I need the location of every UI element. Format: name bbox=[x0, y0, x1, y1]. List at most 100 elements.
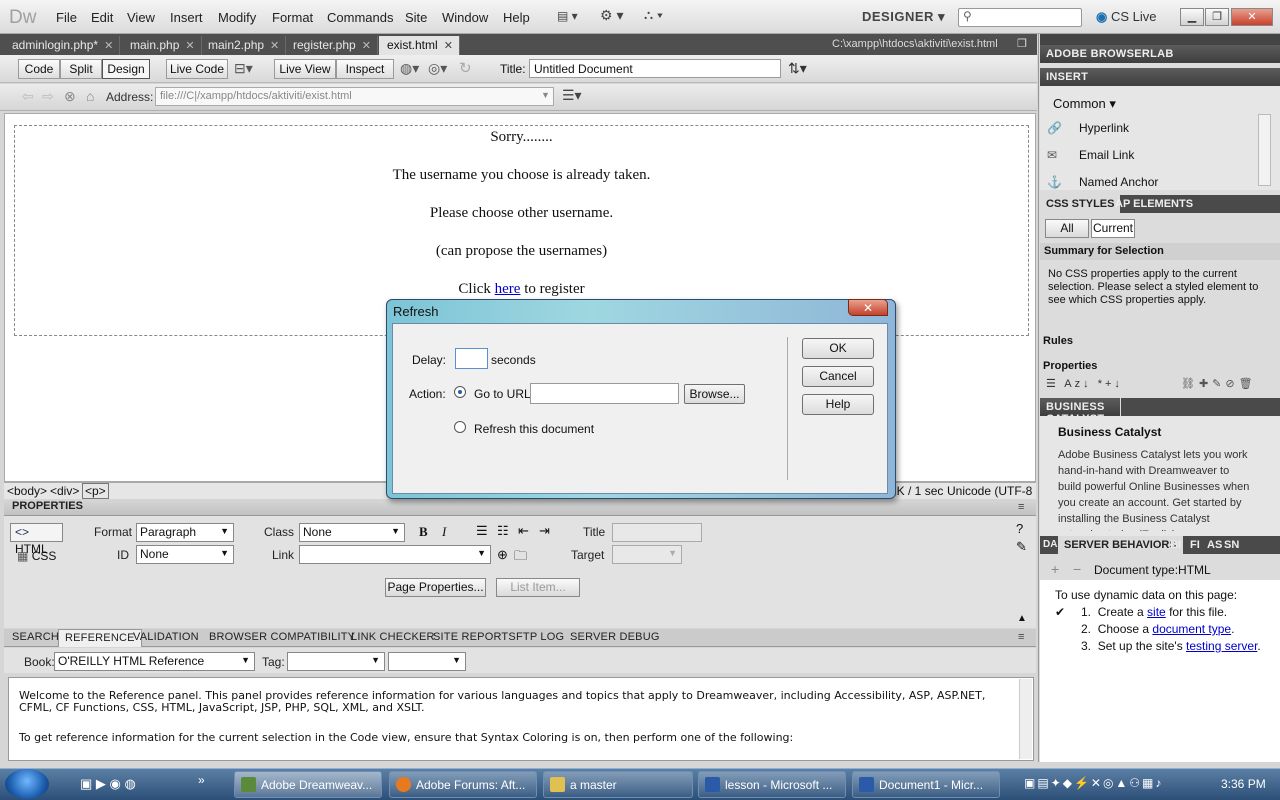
tab-site-reports[interactable]: SITE REPORTS bbox=[433, 631, 516, 643]
tab-snippets[interactable]: SN bbox=[1220, 536, 1243, 554]
delay-input[interactable] bbox=[455, 348, 488, 369]
id-select[interactable]: None ▼ bbox=[136, 545, 234, 564]
point-to-file-icon[interactable]: ⊕ bbox=[497, 547, 508, 563]
site-link[interactable]: site bbox=[1147, 605, 1166, 619]
refresh-icon[interactable]: ↻ bbox=[459, 59, 472, 77]
css-actions-icon[interactable]: ⛓✚✎⊘🗑 bbox=[1181, 377, 1257, 390]
panel-menu-icon[interactable]: ≡ bbox=[1018, 501, 1024, 513]
address-dropdown-icon[interactable]: ▼ bbox=[541, 90, 550, 100]
business-catalyst-tab[interactable]: BUSINESS CATALYST bbox=[1040, 398, 1120, 425]
extend-gear-icon[interactable]: ⚙ ▾ bbox=[596, 7, 627, 25]
tab-main[interactable]: main.php ✕ bbox=[122, 36, 202, 55]
browse-folder-icon[interactable]: 🗀 bbox=[514, 547, 527, 569]
goto-url-radio[interactable] bbox=[454, 386, 466, 398]
design-view-button[interactable]: Design bbox=[102, 59, 150, 79]
browserlab-panel-header[interactable]: ADOBE BROWSERLAB bbox=[1040, 45, 1280, 63]
goto-url-input[interactable] bbox=[530, 383, 679, 404]
attribute-select[interactable]: ▼ bbox=[388, 652, 466, 671]
menu-format[interactable]: Format bbox=[272, 10, 313, 25]
close-tab-icon[interactable]: ✕ bbox=[362, 40, 371, 52]
split-view-button[interactable]: Split bbox=[60, 59, 102, 79]
visual-aids-icon[interactable]: ◎▾ bbox=[428, 60, 447, 77]
file-management-icon[interactable]: ⇅▾ bbox=[788, 60, 807, 77]
start-button[interactable] bbox=[5, 769, 49, 799]
inspect-button[interactable]: Inspect bbox=[336, 59, 394, 79]
tab-bindings[interactable]: BI bbox=[1166, 536, 1185, 554]
close-tab-icon[interactable]: ✕ bbox=[104, 40, 113, 52]
indent-icon[interactable]: ⇥ bbox=[539, 523, 550, 539]
menu-view[interactable]: View bbox=[127, 10, 155, 25]
live-code-button[interactable]: Live Code bbox=[166, 59, 228, 79]
remove-behavior-icon[interactable]: − bbox=[1073, 561, 1081, 577]
quick-tag-editor-icon[interactable]: ✎ bbox=[1016, 539, 1027, 555]
results-menu-icon[interactable]: ≡ bbox=[1018, 631, 1024, 643]
task-adobe-forums[interactable]: Adobe Forums: Aft... bbox=[389, 771, 537, 798]
document-title-input[interactable]: Untitled Document bbox=[529, 59, 781, 78]
forward-icon[interactable]: ⇨ bbox=[42, 88, 54, 105]
tag-div[interactable]: <div> bbox=[50, 484, 79, 498]
restore-button[interactable]: ❐ bbox=[1205, 8, 1229, 26]
home-icon[interactable]: ⌂ bbox=[86, 88, 94, 104]
unordered-list-icon[interactable]: ☰ bbox=[476, 523, 488, 539]
task-lesson-word[interactable]: lesson - Microsoft ... bbox=[698, 771, 846, 798]
tab-adminlogin[interactable]: adminlogin.php* ✕ bbox=[4, 36, 121, 55]
close-button[interactable]: ✕ bbox=[1231, 8, 1273, 26]
task-a-master[interactable]: a master bbox=[543, 771, 693, 798]
help-circle-icon[interactable]: ? bbox=[1016, 521, 1023, 536]
dialog-close-button[interactable]: ✕ bbox=[848, 299, 888, 316]
target-select[interactable]: ▼ bbox=[612, 545, 682, 564]
css-view-options-icon[interactable]: ☰ Az↓ *+↓ bbox=[1046, 377, 1123, 390]
all-button[interactable]: All bbox=[1045, 219, 1089, 238]
insert-hyperlink[interactable]: Hyperlink bbox=[1079, 121, 1129, 135]
menu-site[interactable]: Site bbox=[405, 10, 427, 25]
layout-icon[interactable]: ▤ ▾ bbox=[553, 9, 582, 27]
menu-commands[interactable]: Commands bbox=[327, 10, 393, 25]
tab-browser-compatibility[interactable]: BROWSER COMPATIBILITY bbox=[209, 631, 355, 643]
live-view-button[interactable]: Live View bbox=[274, 59, 336, 79]
properties-header[interactable]: PROPERTIES bbox=[4, 499, 1036, 516]
css-properties-button[interactable]: ▦ CSS bbox=[17, 549, 56, 563]
insert-named-anchor[interactable]: Named Anchor bbox=[1079, 175, 1158, 189]
ordered-list-icon[interactable]: ☷ bbox=[497, 523, 509, 539]
tab-link-checker[interactable]: LINK CHECKER bbox=[351, 631, 435, 643]
current-button[interactable]: Current bbox=[1091, 219, 1135, 238]
tab-files[interactable]: FI bbox=[1186, 536, 1204, 554]
search-input[interactable]: ⚲ bbox=[958, 8, 1082, 27]
tag-p[interactable]: <p> bbox=[82, 483, 109, 499]
clock[interactable]: 3:36 PM bbox=[1221, 777, 1266, 791]
task-dreamweaver[interactable]: Adobe Dreamweav... bbox=[234, 771, 382, 798]
add-behavior-icon[interactable]: + bbox=[1051, 561, 1059, 577]
help-button[interactable]: Help bbox=[802, 394, 874, 415]
close-tab-icon[interactable]: ✕ bbox=[270, 40, 279, 52]
menu-file[interactable]: File bbox=[56, 10, 77, 25]
code-view-button[interactable]: Code bbox=[18, 59, 60, 79]
stop-icon[interactable]: ⊗ bbox=[64, 88, 76, 105]
tab-ap-elements[interactable]: AP ELEMENTS bbox=[1109, 195, 1199, 213]
tab-search[interactable]: SEARCH bbox=[12, 631, 59, 643]
tag-body[interactable]: <body> bbox=[7, 484, 47, 498]
ok-button[interactable]: OK bbox=[802, 338, 874, 359]
restore-doc-icon[interactable]: ❐ bbox=[1017, 37, 1027, 50]
tab-server-behaviors[interactable]: SERVER BEHAVIORS bbox=[1058, 536, 1183, 554]
reference-scrollbar[interactable] bbox=[1019, 679, 1032, 759]
quick-launch-icons[interactable]: ▣ ▶ ◉ ◍ bbox=[80, 776, 136, 792]
tab-exist[interactable]: exist.html ✕ bbox=[379, 36, 460, 55]
browser-options-icon[interactable]: ☰▾ bbox=[562, 87, 582, 104]
tab-main2[interactable]: main2.php ✕ bbox=[200, 36, 287, 55]
insert-category-select[interactable]: Common ▾ bbox=[1053, 96, 1116, 112]
title-prop-input[interactable] bbox=[612, 523, 702, 542]
italic-button[interactable]: I bbox=[442, 524, 446, 540]
insert-panel-header[interactable]: INSERT bbox=[1040, 68, 1280, 86]
check-page-icon[interactable]: ⊟▾ bbox=[234, 60, 253, 77]
close-tab-icon[interactable]: ✕ bbox=[444, 40, 453, 52]
tab-reference[interactable]: REFERENCE bbox=[58, 629, 142, 647]
testing-server-link[interactable]: testing server bbox=[1186, 639, 1257, 653]
tab-register[interactable]: register.php ✕ bbox=[285, 36, 378, 55]
register-link[interactable]: here bbox=[495, 281, 521, 297]
site-icon[interactable]: ⛬ ▾ bbox=[640, 7, 667, 25]
task-document1-word[interactable]: Document1 - Micr... bbox=[852, 771, 1000, 798]
tab-ftp-log[interactable]: FTP LOG bbox=[516, 631, 564, 643]
insert-email-link[interactable]: Email Link bbox=[1079, 148, 1134, 162]
outdent-icon[interactable]: ⇤ bbox=[518, 523, 529, 539]
menu-modify[interactable]: Modify bbox=[218, 10, 256, 25]
